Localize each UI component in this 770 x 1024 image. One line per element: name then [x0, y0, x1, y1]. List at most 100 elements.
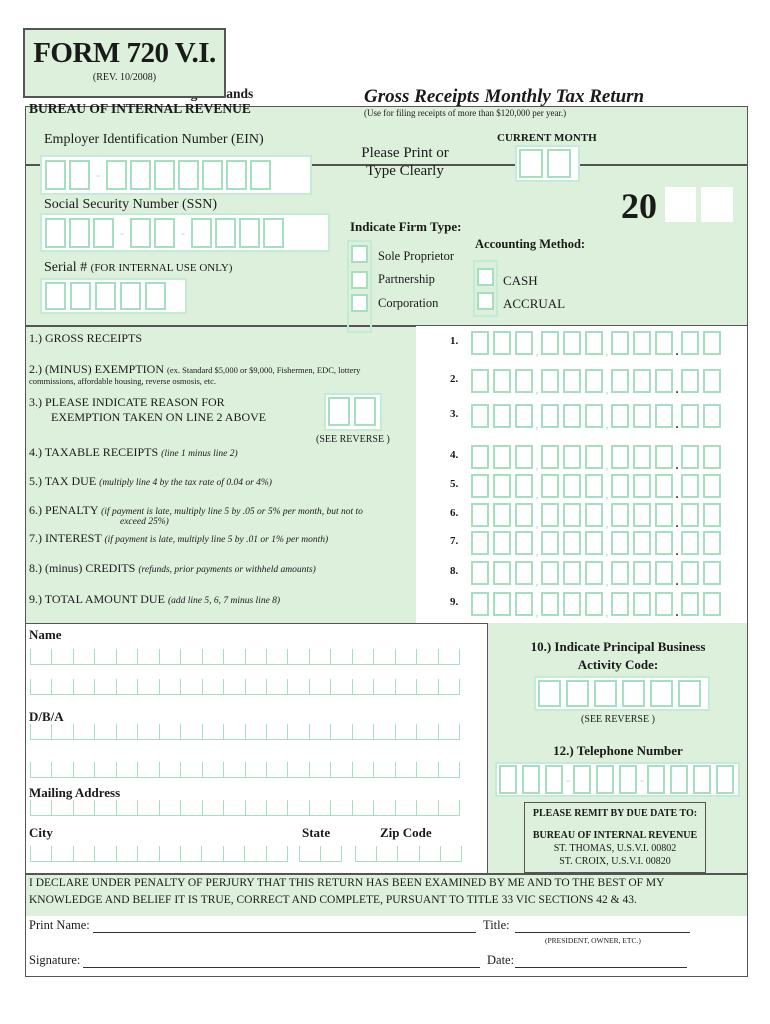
name-field-2[interactable] — [30, 679, 461, 695]
digit-box[interactable] — [69, 218, 90, 248]
digit-box[interactable] — [681, 445, 699, 469]
digit-box[interactable] — [716, 765, 734, 794]
line-8-amount[interactable]: ,,. — [471, 561, 721, 587]
digit-box[interactable] — [154, 218, 175, 248]
digit-box[interactable] — [239, 218, 260, 248]
char-cell[interactable] — [265, 649, 288, 665]
digit-box[interactable] — [95, 282, 116, 310]
digit-box[interactable] — [611, 503, 629, 527]
digit-box[interactable] — [633, 531, 651, 555]
digit-box[interactable] — [655, 531, 673, 555]
char-cell[interactable] — [416, 724, 438, 740]
char-cell[interactable] — [158, 679, 181, 695]
char-cell[interactable] — [201, 679, 224, 695]
digit-box[interactable] — [515, 445, 533, 469]
char-cell[interactable] — [30, 762, 52, 778]
current-month-boxes[interactable] — [519, 149, 571, 178]
name-field-1[interactable] — [30, 649, 461, 665]
char-cell[interactable] — [201, 800, 224, 816]
date-line[interactable] — [515, 967, 687, 968]
digit-box[interactable] — [541, 445, 559, 469]
digit-box[interactable] — [515, 404, 533, 428]
char-cell[interactable] — [437, 724, 461, 740]
digit-box[interactable] — [563, 445, 581, 469]
char-cell[interactable] — [180, 800, 202, 816]
digit-box[interactable] — [471, 592, 489, 616]
char-cell[interactable] — [158, 762, 181, 778]
digit-box[interactable] — [120, 282, 141, 310]
digit-box[interactable] — [633, 331, 651, 355]
digit-box[interactable] — [563, 474, 581, 498]
checkbox-cash[interactable] — [477, 268, 494, 286]
digit-box[interactable] — [585, 503, 603, 527]
char-cell[interactable] — [115, 846, 138, 862]
digit-box[interactable] — [45, 218, 66, 248]
digit-box[interactable] — [515, 331, 533, 355]
char-cell[interactable] — [115, 724, 138, 740]
char-cell[interactable] — [373, 724, 395, 740]
digit-box[interactable] — [471, 474, 489, 498]
char-cell[interactable] — [265, 800, 288, 816]
digit-box[interactable] — [515, 474, 533, 498]
char-cell[interactable] — [180, 679, 202, 695]
digit-box[interactable] — [45, 282, 66, 310]
char-cell[interactable] — [244, 846, 266, 862]
digit-box[interactable] — [633, 445, 651, 469]
digit-box[interactable] — [619, 765, 637, 794]
digit-box[interactable] — [541, 561, 559, 585]
char-cell[interactable] — [179, 846, 202, 862]
digit-box[interactable] — [655, 592, 673, 616]
digit-box[interactable] — [493, 445, 511, 469]
city-field[interactable] — [30, 846, 289, 862]
digit-box[interactable] — [611, 331, 629, 355]
dba-field-1[interactable] — [30, 724, 461, 740]
digit-box[interactable] — [563, 531, 581, 555]
char-cell[interactable] — [223, 724, 245, 740]
digit-box[interactable] — [585, 404, 603, 428]
char-cell[interactable] — [308, 800, 331, 816]
digit-box[interactable] — [678, 680, 701, 707]
char-cell[interactable] — [308, 649, 331, 665]
digit-box[interactable] — [202, 160, 223, 190]
char-cell[interactable] — [416, 649, 438, 665]
digit-box[interactable] — [515, 503, 533, 527]
digit-box[interactable] — [633, 592, 651, 616]
digit-box[interactable] — [703, 474, 721, 498]
digit-box[interactable] — [647, 765, 665, 794]
char-cell[interactable] — [287, 800, 309, 816]
digit-box[interactable] — [585, 592, 603, 616]
digit-box[interactable] — [515, 369, 533, 393]
digit-box[interactable] — [703, 445, 721, 469]
char-cell[interactable] — [72, 679, 95, 695]
digit-box[interactable] — [681, 369, 699, 393]
char-cell[interactable] — [287, 649, 309, 665]
char-cell[interactable] — [94, 724, 116, 740]
digit-box[interactable] — [471, 503, 489, 527]
char-cell[interactable] — [244, 800, 266, 816]
char-cell[interactable] — [137, 800, 159, 816]
zip-field[interactable] — [355, 846, 463, 862]
char-cell[interactable] — [373, 800, 395, 816]
char-cell[interactable] — [137, 649, 159, 665]
char-cell[interactable] — [351, 800, 374, 816]
char-cell[interactable] — [437, 762, 461, 778]
ssn-boxes[interactable]: -- — [45, 218, 284, 248]
char-cell[interactable] — [287, 679, 309, 695]
digit-box[interactable] — [191, 218, 212, 248]
char-cell[interactable] — [30, 846, 52, 862]
checkbox-corporation[interactable] — [351, 294, 368, 312]
digit-box[interactable] — [563, 404, 581, 428]
char-cell[interactable] — [373, 762, 395, 778]
dba-field-2[interactable] — [30, 762, 461, 778]
digit-box[interactable] — [611, 561, 629, 585]
char-cell[interactable] — [351, 679, 374, 695]
char-cell[interactable] — [223, 800, 245, 816]
title-line[interactable] — [515, 932, 690, 933]
digit-box[interactable] — [493, 592, 511, 616]
char-cell[interactable] — [51, 846, 73, 862]
char-cell[interactable] — [265, 846, 289, 862]
digit-box[interactable] — [45, 160, 66, 190]
char-cell[interactable] — [51, 649, 73, 665]
digit-box[interactable] — [681, 503, 699, 527]
digit-box[interactable] — [611, 445, 629, 469]
